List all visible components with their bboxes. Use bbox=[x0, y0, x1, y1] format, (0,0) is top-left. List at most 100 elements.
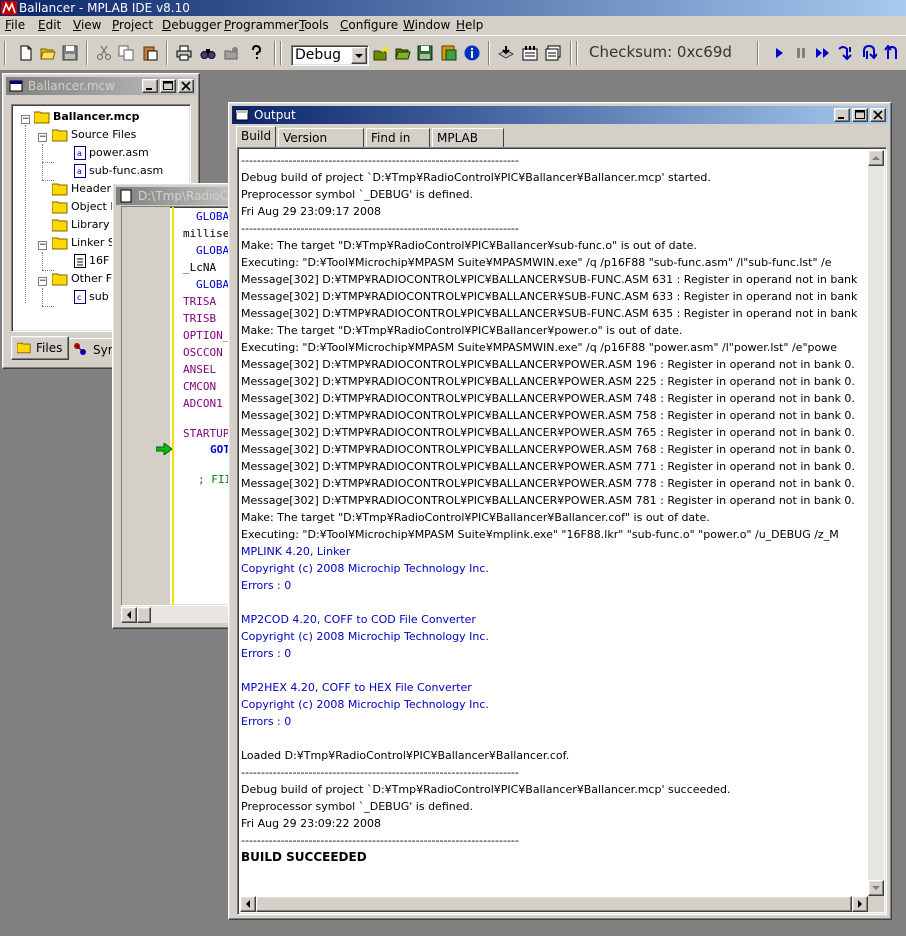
open-project-button[interactable] bbox=[393, 43, 413, 63]
make-button[interactable] bbox=[520, 43, 540, 63]
build-log-line: ----------------------------------------… bbox=[241, 154, 519, 167]
find-icon bbox=[200, 49, 216, 59]
tree-folder-source[interactable]: Source Files bbox=[52, 127, 136, 143]
animate-button[interactable] bbox=[813, 43, 833, 63]
build-log-line: Errors : 0 bbox=[241, 715, 292, 728]
tree-folder-object[interactable]: Object I bbox=[52, 199, 114, 215]
print-button[interactable] bbox=[174, 43, 194, 63]
tab-find-in-files[interactable]: Find in Files bbox=[366, 128, 430, 163]
new-file-button[interactable] bbox=[16, 43, 36, 63]
copy-icon bbox=[118, 45, 134, 61]
editor-window[interactable]: D:\Tmp\RadioCo GLOBA millise GLOBA _LcNA… bbox=[112, 183, 239, 629]
collapse-toggle[interactable]: − bbox=[21, 115, 30, 124]
build-button[interactable] bbox=[496, 43, 516, 63]
tree-folder-linker[interactable]: Linker S bbox=[52, 235, 115, 251]
scroll-right-button[interactable] bbox=[852, 896, 868, 912]
project-window-title-bar[interactable]: Ballancer.mcw bbox=[6, 77, 196, 95]
tree-file-subfunc[interactable]: a sub-func.asm bbox=[74, 163, 163, 179]
tree-file-power[interactable]: a power.asm bbox=[74, 145, 149, 161]
tree-file-linker-script[interactable]: 16F bbox=[74, 253, 109, 269]
menu-configure[interactable]: Configure bbox=[340, 18, 398, 33]
output-vertical-scrollbar[interactable] bbox=[868, 150, 884, 896]
cut-button[interactable] bbox=[94, 43, 114, 63]
scroll-thumb[interactable] bbox=[137, 607, 151, 623]
menu-project[interactable]: Project bbox=[112, 18, 153, 33]
build-log-line bbox=[241, 662, 869, 679]
new-project-button[interactable] bbox=[371, 43, 391, 63]
project-root-node[interactable]: Ballancer.mcp bbox=[34, 109, 139, 125]
close-button[interactable] bbox=[178, 79, 194, 93]
output-window[interactable]: Output Build Version Control Find in Fil… bbox=[228, 102, 892, 920]
build-log-line: Debug build of project `D:¥Tmp¥RadioCont… bbox=[241, 783, 731, 796]
project-window-title: Ballancer.mcw bbox=[28, 79, 115, 93]
build-config-value: Debug bbox=[295, 47, 342, 63]
minimize-button[interactable] bbox=[142, 79, 158, 93]
menu-view[interactable]: View bbox=[73, 18, 101, 33]
close-button[interactable] bbox=[870, 108, 886, 122]
chevron-down-icon[interactable] bbox=[351, 47, 367, 64]
tab-mplab-sim[interactable]: MPLAB SIM bbox=[432, 128, 504, 163]
tree-file-other[interactable]: c sub bbox=[74, 289, 109, 305]
program-counter-arrow-icon bbox=[156, 443, 172, 455]
tab-symbols[interactable]: Syr bbox=[69, 338, 113, 362]
build-log[interactable]: ----------------------------------------… bbox=[241, 152, 869, 896]
save-project-button[interactable] bbox=[415, 43, 435, 63]
step-into-button[interactable] bbox=[835, 43, 855, 63]
open-button[interactable] bbox=[38, 43, 58, 63]
menu-help[interactable]: Help bbox=[456, 18, 483, 33]
halt-button[interactable] bbox=[791, 43, 811, 63]
menu-debugger[interactable]: Debugger bbox=[162, 18, 221, 33]
collapse-toggle[interactable]: − bbox=[38, 241, 47, 250]
info-button[interactable] bbox=[462, 43, 482, 63]
build-log-line: Message[302] D:¥TMP¥RADIOCONTROL¥PIC¥BAL… bbox=[241, 307, 858, 320]
minimize-button[interactable] bbox=[834, 108, 850, 122]
help-button[interactable] bbox=[246, 43, 266, 63]
build-output-pane[interactable]: ----------------------------------------… bbox=[237, 147, 887, 915]
build-config-select[interactable]: Debug bbox=[291, 45, 369, 66]
paste-button[interactable] bbox=[140, 43, 160, 63]
editor-window-title-bar[interactable]: D:\Tmp\RadioCo bbox=[116, 187, 235, 205]
step-over-button[interactable] bbox=[859, 43, 879, 63]
find-button[interactable] bbox=[198, 43, 218, 63]
scroll-thumb[interactable] bbox=[256, 896, 852, 912]
run-button[interactable] bbox=[769, 43, 789, 63]
editor-gutter[interactable] bbox=[122, 207, 170, 605]
tree-folder-header[interactable]: Header bbox=[52, 181, 111, 197]
folder-icon bbox=[52, 129, 68, 142]
menu-edit[interactable]: Edit bbox=[38, 18, 61, 33]
menu-file[interactable]: File bbox=[5, 18, 25, 33]
build-log-line: Copyright (c) 2008 Microchip Technology … bbox=[241, 562, 489, 575]
output-window-title-bar[interactable]: Output bbox=[232, 106, 888, 124]
source-editor[interactable]: GLOBA millise GLOBA _LcNA GLOBA TRISA TR… bbox=[121, 206, 239, 606]
menu-tools[interactable]: Tools bbox=[299, 18, 329, 33]
scroll-down-button[interactable] bbox=[868, 880, 884, 896]
maximize-button[interactable] bbox=[852, 108, 868, 122]
tab-version-control[interactable]: Version Control bbox=[278, 128, 364, 163]
app-title-bar[interactable]: Ballancer - MPLAB IDE v8.10 bbox=[0, 0, 906, 16]
collapse-toggle[interactable]: − bbox=[38, 133, 47, 142]
tab-files[interactable]: Files bbox=[11, 336, 69, 360]
tree-folder-other[interactable]: Other F bbox=[52, 271, 112, 287]
menu-programmer[interactable]: Programmer bbox=[224, 18, 299, 33]
folder-icon bbox=[52, 201, 68, 214]
step-out-button[interactable] bbox=[882, 43, 902, 63]
size-grip[interactable] bbox=[868, 896, 884, 912]
menu-window[interactable]: Window bbox=[403, 18, 450, 33]
collapse-toggle[interactable]: − bbox=[38, 277, 47, 286]
maximize-button[interactable] bbox=[160, 79, 176, 93]
output-horizontal-scrollbar[interactable] bbox=[240, 896, 868, 912]
build-log-line: Message[302] D:¥TMP¥RADIOCONTROL¥PIC¥BAL… bbox=[241, 426, 855, 439]
scroll-up-button[interactable] bbox=[868, 150, 884, 166]
project-settings-button[interactable] bbox=[439, 43, 459, 63]
scroll-left-button[interactable] bbox=[121, 607, 137, 623]
build-log-line: MP2HEX 4.20, COFF to HEX File Converter bbox=[241, 681, 472, 694]
build-log-line: Message[302] D:¥TMP¥RADIOCONTROL¥PIC¥BAL… bbox=[241, 273, 858, 286]
copy-button[interactable] bbox=[116, 43, 136, 63]
editor-horizontal-scrollbar[interactable] bbox=[121, 606, 239, 623]
scroll-left-button[interactable] bbox=[240, 896, 256, 912]
tree-folder-library[interactable]: Library bbox=[52, 217, 109, 233]
build-all-button[interactable] bbox=[543, 43, 563, 63]
find-in-files-button[interactable] bbox=[222, 43, 242, 63]
tab-build[interactable]: Build bbox=[236, 126, 276, 149]
save-button[interactable] bbox=[60, 43, 80, 63]
